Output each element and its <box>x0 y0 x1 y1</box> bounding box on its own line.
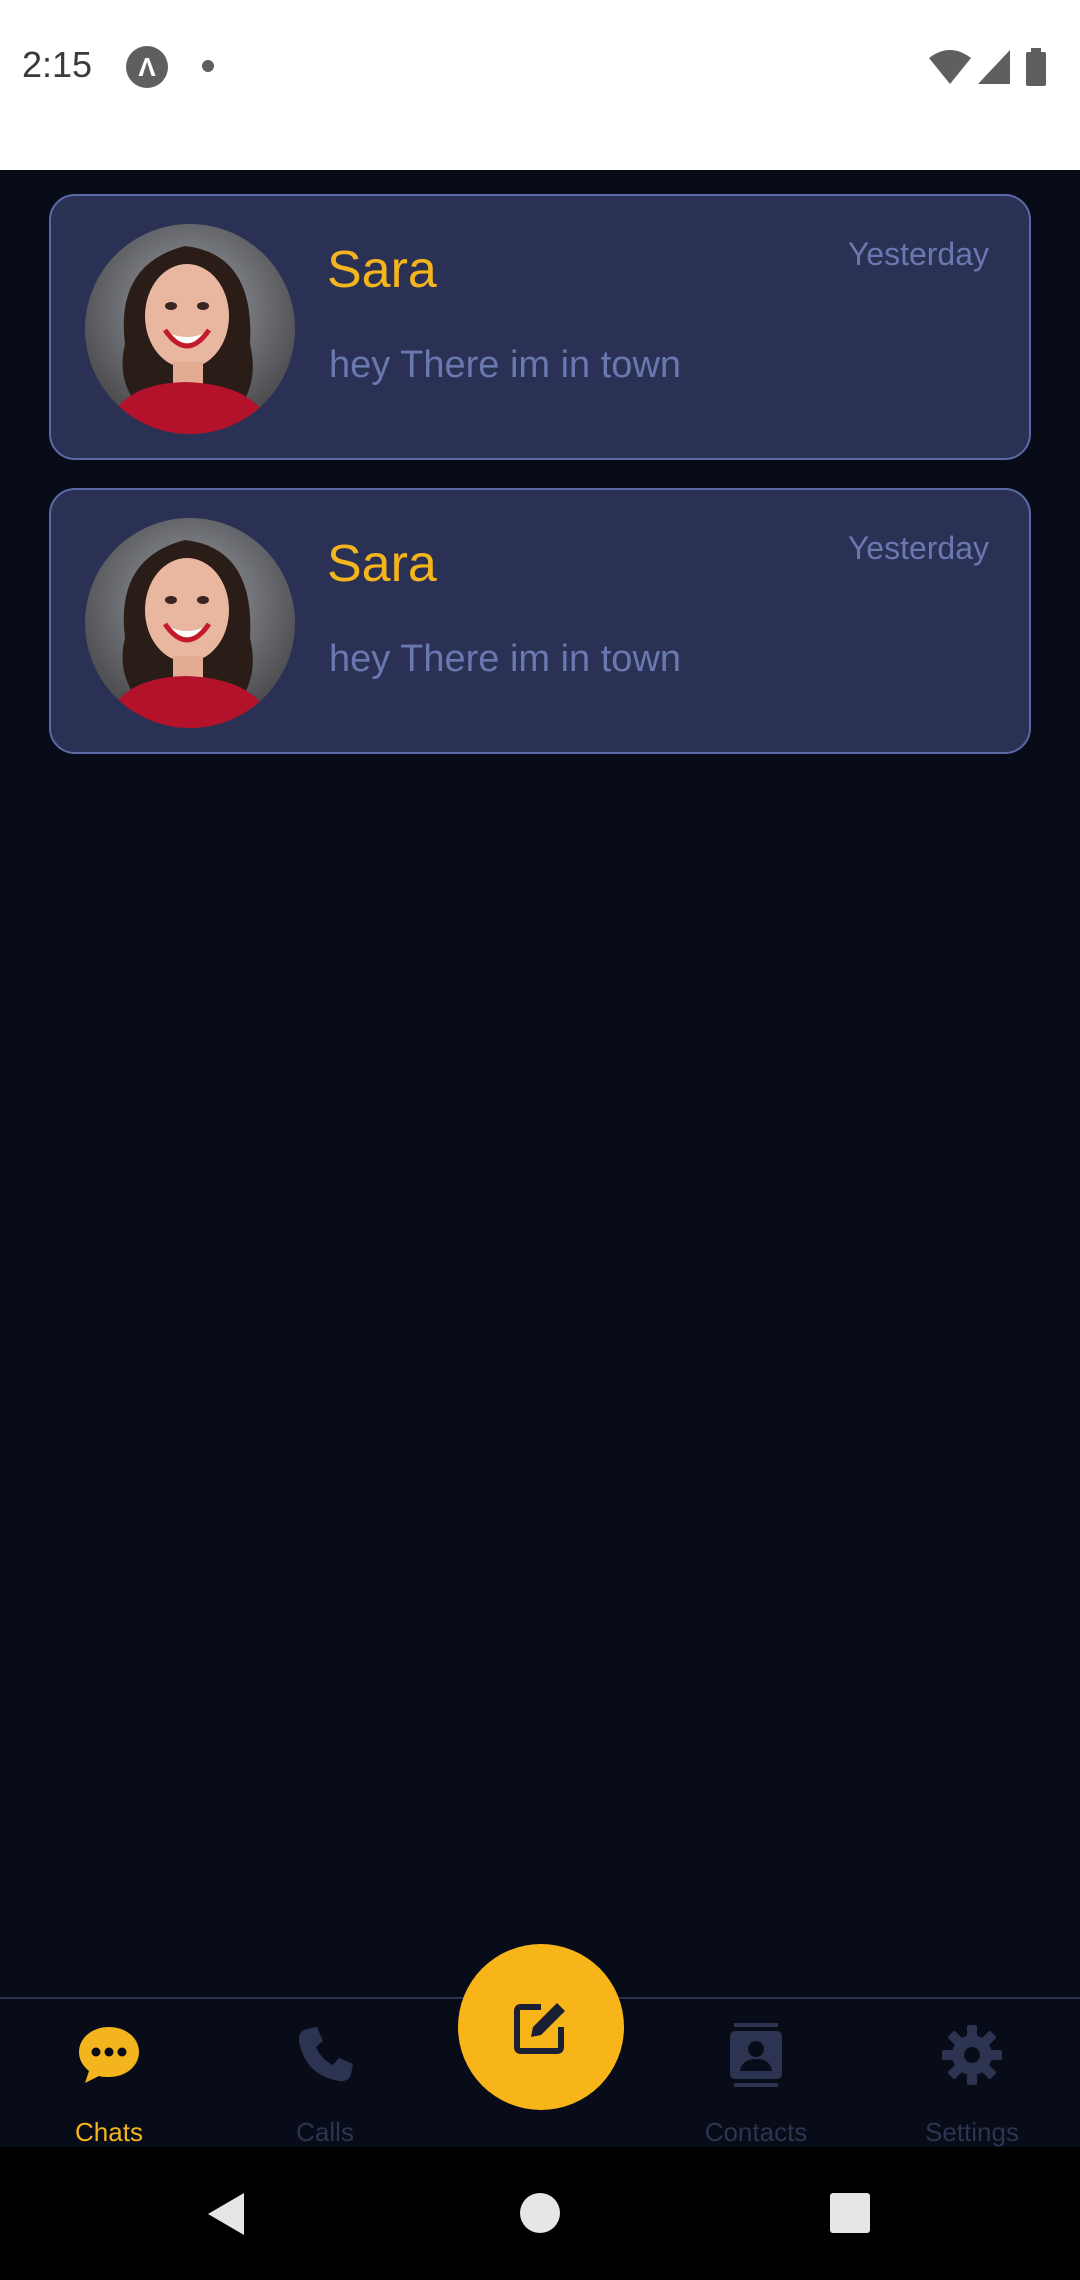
nav-item-settings[interactable]: Settings <box>882 1999 1062 2149</box>
chat-list-item[interactable]: Sara Yesterday hey There im in town <box>49 194 1031 460</box>
message-preview: hey There im in town <box>329 638 682 680</box>
contacts-icon <box>730 2023 782 2087</box>
woman-portrait-avatar-icon <box>85 518 295 728</box>
message-timestamp: Yesterday <box>847 530 989 566</box>
avatar[interactable] <box>85 518 295 728</box>
chat-list: Sara Yesterday hey There im in town Sara… <box>0 170 1080 2000</box>
app-notification-icon: Λ <box>126 46 168 88</box>
back-triangle-icon <box>208 2193 244 2235</box>
nav-label: Chats <box>75 2117 143 2147</box>
nav-label: Calls <box>296 2117 354 2147</box>
phone-icon <box>298 2027 353 2082</box>
status-icons <box>928 48 1058 86</box>
nav-item-chats[interactable]: Chats <box>19 1999 199 2149</box>
avatar[interactable] <box>85 224 295 434</box>
back-button[interactable] <box>166 2147 286 2280</box>
chat-list-item[interactable]: Sara Yesterday hey There im in town <box>49 488 1031 754</box>
wifi-icon <box>929 50 971 84</box>
nav-item-contacts[interactable]: Contacts <box>666 1999 846 2149</box>
nav-label: Contacts <box>704 2117 808 2147</box>
system-navigation-bar <box>0 2147 1080 2280</box>
cell-signal-icon <box>978 50 1010 84</box>
status-bar: 2:15 Λ <box>0 0 1080 170</box>
nav-label: Settings <box>925 2117 1019 2147</box>
message-preview: hey There im in town <box>329 344 682 386</box>
contact-name: Sara <box>327 535 437 593</box>
compose-icon <box>514 2003 565 2054</box>
woman-portrait-avatar-icon <box>85 224 295 434</box>
nav-item-calls[interactable]: Calls <box>235 1999 415 2149</box>
notification-dot-icon <box>202 60 214 72</box>
recents-button[interactable] <box>790 2147 910 2280</box>
gear-icon <box>942 2025 1002 2085</box>
contact-name: Sara <box>327 241 437 299</box>
recents-square-icon <box>830 2193 870 2233</box>
status-time: 2:15 <box>22 44 93 85</box>
message-timestamp: Yesterday <box>847 236 989 272</box>
chat-bubble-icon <box>79 2027 139 2083</box>
home-button[interactable] <box>480 2147 600 2280</box>
compose-button[interactable] <box>458 1944 624 2110</box>
home-circle-icon <box>520 2193 560 2233</box>
battery-icon <box>1026 48 1046 86</box>
